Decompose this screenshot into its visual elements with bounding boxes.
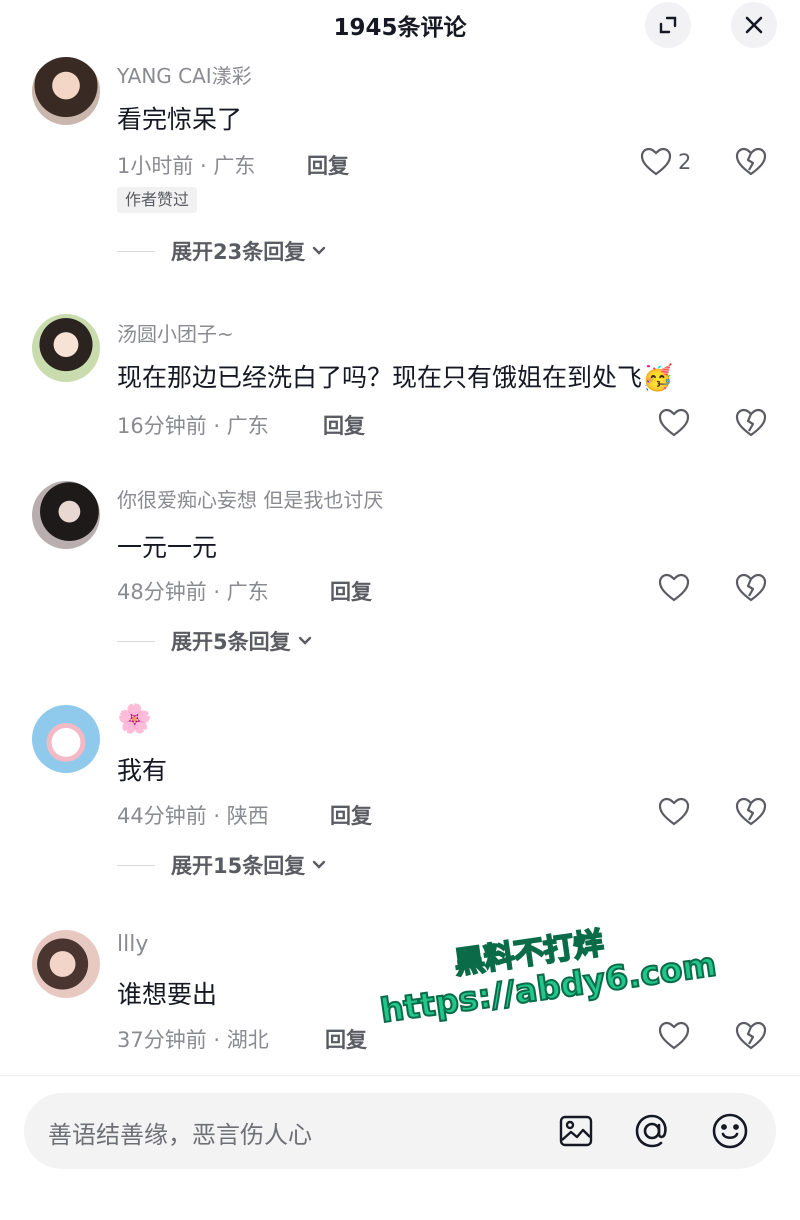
reply-button[interactable]: 回复 [330, 576, 372, 606]
comment-text-body: 现在那边已经洗白了吗？现在只有饿姐在到处飞 [117, 363, 643, 392]
author-liked-badge: 作者赞过 [117, 187, 198, 213]
comment-meta: 44分钟前 · 陕西 [117, 804, 269, 828]
reply-button[interactable]: 回复 [307, 150, 349, 180]
like-count: 2 [678, 150, 692, 174]
expand-replies-button[interactable]: 展开5条回复 [117, 626, 313, 656]
dislike-button[interactable] [735, 1021, 767, 1055]
chevron-down-icon [298, 636, 311, 645]
comments-header: 1945条评论 [0, 0, 800, 52]
comment-text: 谁想要出 [117, 980, 218, 1009]
expand-divider [117, 640, 155, 642]
comment-meta: 37分钟前 · 湖北 [117, 1028, 269, 1052]
avatar[interactable] [32, 705, 100, 773]
chevron-down-icon [313, 860, 326, 869]
like-button[interactable] [658, 797, 690, 827]
comment-input-bar[interactable]: 善语结善缘，恶言伤人心 [24, 1093, 776, 1169]
broken-heart-icon [735, 408, 767, 437]
dislike-button[interactable] [735, 797, 767, 831]
heart-icon [658, 1021, 690, 1050]
dislike-button[interactable] [735, 573, 767, 607]
expand-button[interactable] [645, 2, 691, 48]
input-divider [0, 1075, 800, 1076]
heart-icon [658, 573, 690, 602]
broken-heart-icon [735, 573, 767, 602]
avatar[interactable] [32, 57, 100, 125]
image-button[interactable] [556, 1111, 596, 1151]
heart-icon [658, 797, 690, 826]
avatar[interactable] [32, 481, 100, 549]
comment-username[interactable]: 汤圆小团子~ [117, 318, 234, 347]
expand-replies-label: 展开23条回复 [171, 240, 306, 264]
expand-icon [659, 16, 677, 34]
comment-username[interactable]: 你很爱痴心妄想 但是我也讨厌 [117, 484, 383, 513]
expand-replies-button[interactable]: 展开15条回复 [117, 850, 327, 880]
like-button[interactable] [658, 1021, 690, 1051]
reply-button[interactable]: 回复 [325, 1024, 367, 1054]
broken-heart-icon [735, 1021, 767, 1050]
reply-button[interactable]: 回复 [330, 800, 372, 830]
chevron-down-icon [313, 246, 326, 255]
comment-meta: 48分钟前 · 广东 [117, 580, 269, 604]
expand-divider [117, 250, 155, 252]
at-icon [635, 1114, 667, 1148]
dislike-button[interactable] [735, 408, 767, 442]
like-button[interactable] [658, 408, 690, 438]
avatar[interactable] [32, 930, 100, 998]
comment-meta: 1小时前 · 广东 [117, 154, 256, 178]
reply-button[interactable]: 回复 [323, 410, 365, 440]
comment-text: 看完惊呆了 [117, 105, 243, 134]
heart-icon [640, 147, 672, 176]
expand-replies-button[interactable]: 展开23条回复 [117, 236, 327, 266]
like-button[interactable]: 2 [640, 147, 691, 177]
comment-input-placeholder[interactable]: 善语结善缘，恶言伤人心 [48, 1115, 312, 1150]
emoji-button[interactable] [710, 1111, 750, 1151]
avatar[interactable] [32, 314, 100, 382]
comment-meta: 16分钟前 · 广东 [117, 414, 269, 438]
dislike-button[interactable] [735, 147, 767, 181]
party-emoji: 🥳 [642, 363, 674, 392]
comment-username[interactable]: YANG CAI漾彩 [117, 60, 252, 89]
comment-text: 我有 [117, 756, 168, 785]
expand-replies-label: 展开5条回复 [171, 630, 291, 654]
comment-username[interactable]: 🌸 [117, 702, 152, 735]
image-icon [559, 1115, 593, 1147]
comment-text: 一元一元 [117, 533, 218, 562]
heart-icon [658, 408, 690, 437]
broken-heart-icon [735, 797, 767, 826]
smiley-icon [712, 1113, 748, 1149]
close-button[interactable] [731, 2, 777, 48]
close-icon [745, 16, 763, 34]
like-button[interactable] [658, 573, 690, 603]
broken-heart-icon [735, 147, 767, 176]
expand-replies-label: 展开15条回复 [171, 854, 306, 878]
comment-username[interactable]: llly [117, 932, 148, 957]
expand-divider [117, 864, 155, 866]
mention-button[interactable] [632, 1111, 672, 1151]
comment-text: 现在那边已经洗白了吗？现在只有饿姐在到处飞🥳 [117, 358, 673, 394]
